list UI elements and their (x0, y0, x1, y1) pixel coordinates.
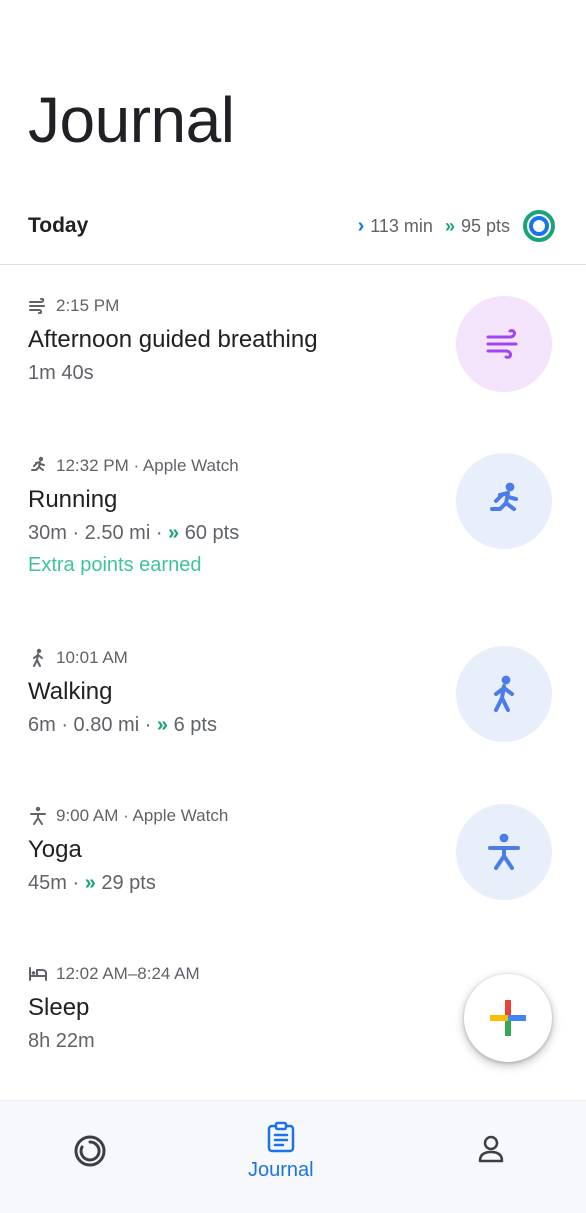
entry-duration: 8h 22m (28, 1030, 95, 1052)
nav-profile[interactable] (476, 1133, 506, 1165)
entry-title: Walking (28, 678, 113, 705)
entry-detail: 30m · 2.50 mi · » 60 pts (28, 522, 239, 545)
entry-duration-distance: 30m · 2.50 mi · (28, 522, 169, 544)
entry-detail: 8h 22m (28, 1030, 95, 1053)
walking-activity-button[interactable] (456, 646, 552, 742)
entry-detail: 45m · » 29 pts (28, 872, 156, 895)
page-title: Journal (28, 84, 235, 156)
entry-detail: 1m 40s (28, 362, 94, 385)
bottom-navigation: Journal (0, 1100, 586, 1213)
breathing-icon (28, 296, 48, 316)
journal-icon (267, 1121, 295, 1153)
entry-time: 9:00 AM · Apple Watch (56, 806, 229, 825)
entry-title: Sleep (28, 994, 90, 1021)
add-entry-button[interactable] (464, 974, 552, 1062)
entry-meta: 12:02 AM–8:24 AM (28, 962, 200, 986)
bed-icon (28, 964, 48, 984)
entry-meta: 12:32 PM · Apple Watch (28, 454, 239, 478)
running-icon (28, 456, 48, 476)
yoga-icon (488, 833, 520, 870)
home-ring-icon (74, 1135, 106, 1167)
heart-points-icon: » (168, 522, 185, 544)
entry-detail: 6m · 0.80 mi · » 6 pts (28, 714, 217, 737)
daily-summary: › 113 min » 95 pts (358, 208, 556, 244)
entry-points: 29 pts (101, 872, 156, 894)
entry-points: 6 pts (173, 714, 217, 736)
running-activity-button[interactable] (456, 453, 552, 549)
heart-points-summary: » 95 pts (445, 216, 510, 237)
goal-ring-icon[interactable] (522, 209, 556, 243)
move-minutes-icon: › (357, 214, 365, 237)
entry-duration: 45m · (28, 872, 85, 894)
profile-icon (478, 1135, 504, 1163)
entry-meta: 2:15 PM (28, 294, 119, 318)
heart-points-icon: » (84, 872, 102, 894)
entry-title: Afternoon guided breathing (28, 326, 318, 353)
entry-time: 2:15 PM (56, 296, 120, 315)
add-icon (490, 1000, 526, 1036)
entry-duration-distance: 6m · 0.80 mi · (28, 714, 157, 736)
entry-time: 10:01 AM (56, 648, 128, 667)
move-minutes-value: 113 min (370, 215, 433, 236)
extra-points-label: Extra points earned (28, 554, 202, 576)
yoga-icon (28, 806, 48, 826)
entry-points: 60 pts (184, 522, 240, 544)
entry-title: Yoga (28, 836, 82, 863)
entry-meta: 10:01 AM (28, 646, 128, 670)
entry-time: 12:32 PM · Apple Watch (56, 456, 239, 475)
nav-journal-label: Journal (248, 1159, 314, 1181)
today-summary-row[interactable]: Today › 113 min » 95 pts (0, 198, 586, 265)
yoga-activity-button[interactable] (456, 804, 552, 900)
running-icon (490, 482, 518, 511)
entry-duration: 1m 40s (28, 362, 94, 384)
heart-points-icon: » (444, 215, 455, 236)
entry-title: Running (28, 486, 118, 513)
today-label: Today (28, 214, 89, 237)
move-minutes-summary: › 113 min (358, 215, 433, 238)
breathing-activity-button[interactable] (456, 296, 552, 392)
walking-icon (494, 675, 514, 712)
entry-time: 12:02 AM–8:24 AM (56, 964, 200, 983)
breathing-icon (486, 329, 518, 359)
heart-points-value: 95 pts (460, 215, 510, 236)
walking-icon (28, 648, 48, 668)
heart-points-icon: » (156, 714, 174, 736)
nav-journal[interactable]: Journal (248, 1121, 314, 1182)
nav-home[interactable] (72, 1133, 108, 1169)
entry-meta: 9:00 AM · Apple Watch (28, 804, 228, 828)
